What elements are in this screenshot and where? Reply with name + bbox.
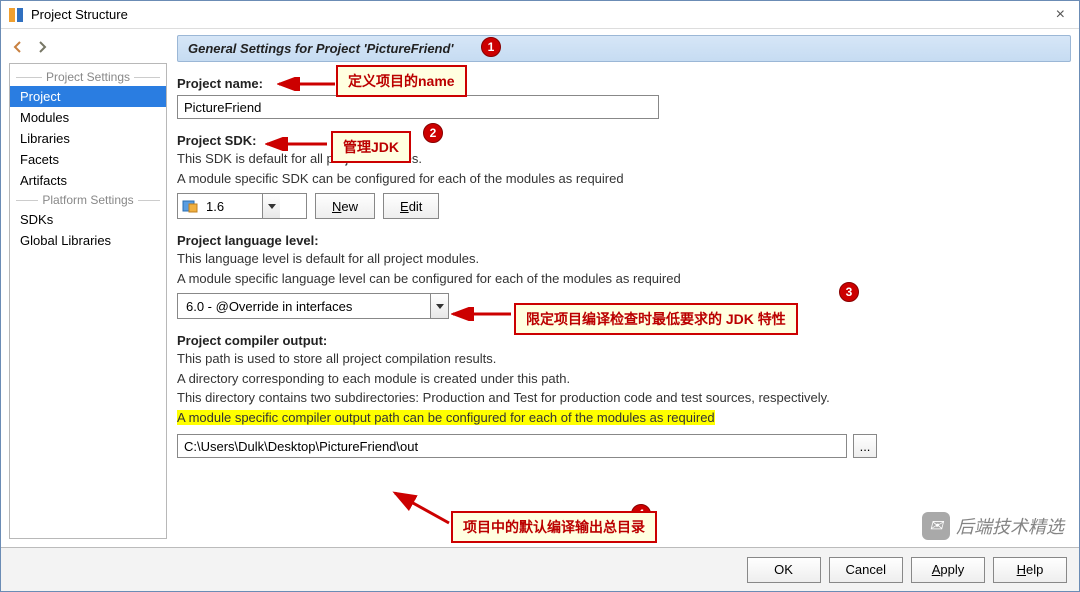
annotation-badge-3: 3 xyxy=(839,282,859,302)
watermark-text: 后端技术精选 xyxy=(956,513,1064,539)
sdk-combo[interactable]: 1.6 xyxy=(177,193,307,219)
section-project-sdk: Project SDK: This SDK is default for all… xyxy=(177,133,1071,219)
section-compiler-output: Project compiler output: This path is us… xyxy=(177,333,1071,458)
compiler-output-input[interactable] xyxy=(177,434,847,458)
annotation-badge-1: 1 xyxy=(481,37,501,57)
main-panel: General Settings for Project 'PictureFri… xyxy=(171,29,1079,547)
out-desc1: This path is used to store all project c… xyxy=(177,350,1071,368)
annotation-4: 项目中的默认编译输出总目录 xyxy=(451,511,657,543)
project-name-label: Project name: xyxy=(177,76,263,91)
sidebar-item-project[interactable]: Project xyxy=(10,86,166,107)
project-name-input[interactable] xyxy=(177,95,659,119)
group-project-settings: Project Settings xyxy=(10,68,166,86)
out-desc4: A module specific compiler output path c… xyxy=(177,409,1071,427)
panel-header: General Settings for Project 'PictureFri… xyxy=(177,35,1071,62)
sidebar-item-sdks[interactable]: SDKs xyxy=(10,209,166,230)
app-icon xyxy=(7,6,25,24)
sidebar-item-facets[interactable]: Facets xyxy=(10,149,166,170)
lang-level-label: Project language level: xyxy=(177,233,319,248)
chevron-down-icon[interactable] xyxy=(430,294,448,318)
lang-desc1: This language level is default for all p… xyxy=(177,250,1071,268)
section-project-name: Project name: xyxy=(177,76,1071,119)
sidebar-item-artifacts[interactable]: Artifacts xyxy=(10,170,166,191)
project-sdk-label: Project SDK: xyxy=(177,133,256,148)
sidebar-item-global-libraries[interactable]: Global Libraries xyxy=(10,230,166,251)
dialog-footer: OK Cancel Apply Help xyxy=(1,547,1079,591)
lang-desc2: A module specific language level can be … xyxy=(177,270,1071,288)
edit-sdk-button[interactable]: Edit xyxy=(383,193,439,219)
watermark: ✉ 后端技术精选 xyxy=(922,512,1064,540)
dialog-window: Project Structure × Project Settings Pro… xyxy=(0,0,1080,592)
compiler-output-label: Project compiler output: xyxy=(177,333,327,348)
sidebar-item-libraries[interactable]: Libraries xyxy=(10,128,166,149)
lang-level-value: 6.0 - @Override in interfaces xyxy=(182,299,430,314)
close-icon[interactable]: × xyxy=(1048,6,1073,24)
cancel-button[interactable]: Cancel xyxy=(829,557,903,583)
lang-level-combo[interactable]: 6.0 - @Override in interfaces xyxy=(177,293,449,319)
wechat-icon: ✉ xyxy=(922,512,950,540)
left-panel: Project Settings Project Modules Librari… xyxy=(1,29,171,547)
group-platform-settings: Platform Settings xyxy=(10,191,166,209)
sdk-combo-value: 1.6 xyxy=(202,199,262,214)
content-area: Project Settings Project Modules Librari… xyxy=(1,29,1079,547)
window-title: Project Structure xyxy=(31,7,1048,22)
sdk-desc2: A module specific SDK can be configured … xyxy=(177,170,1071,188)
out-desc2: A directory corresponding to each module… xyxy=(177,370,1071,388)
forward-icon[interactable] xyxy=(33,37,53,57)
chevron-down-icon[interactable] xyxy=(262,194,280,218)
titlebar: Project Structure × xyxy=(1,1,1079,29)
help-button[interactable]: Help xyxy=(993,557,1067,583)
sdk-icon xyxy=(182,198,198,214)
out-desc3: This directory contains two subdirectori… xyxy=(177,389,1071,407)
annotation-badge-2: 2 xyxy=(423,123,443,143)
new-sdk-button[interactable]: New xyxy=(315,193,375,219)
ok-button[interactable]: OK xyxy=(747,557,821,583)
sidebar-toolbar xyxy=(9,37,167,57)
sdk-desc1: This SDK is default for all project modu… xyxy=(177,150,1071,168)
annotation-3: 限定项目编译检查时最低要求的 JDK 特性 xyxy=(514,303,798,335)
apply-button[interactable]: Apply xyxy=(911,557,985,583)
sidebar-item-modules[interactable]: Modules xyxy=(10,107,166,128)
annotation-1: 定义项目的name xyxy=(336,65,467,97)
sidebar: Project Settings Project Modules Librari… xyxy=(9,63,167,539)
back-icon[interactable] xyxy=(9,37,29,57)
annotation-2: 管理JDK xyxy=(331,131,411,163)
browse-button[interactable]: ... xyxy=(853,434,877,458)
